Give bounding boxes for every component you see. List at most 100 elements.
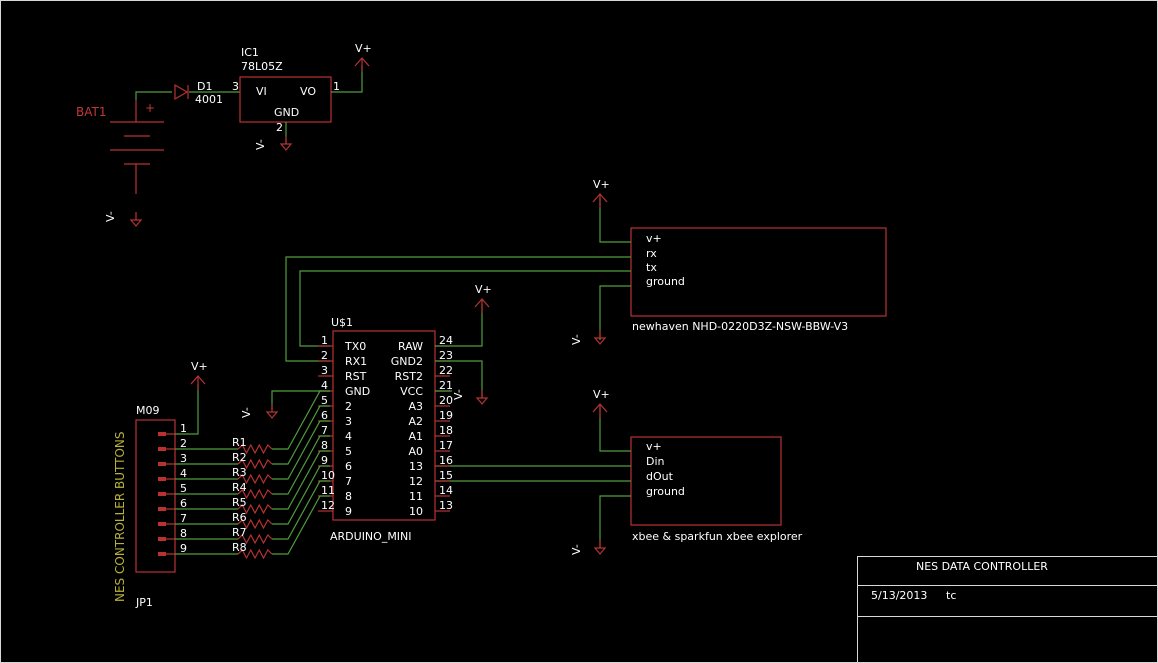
arduino-mini: U$1 ARDUINO_MINI 1 TX0 2 RX1 3 RST 4 GND 5 2 6 3 7 4 8… [318, 316, 453, 543]
arduino-right-pin-label: A1 [408, 430, 423, 443]
vminus-symbol [593, 547, 607, 555]
arduino-right-pin-number: 21 [439, 379, 453, 392]
reg-pin-out: 1 [333, 80, 340, 93]
connector-pin-contact [158, 447, 166, 451]
reg-name: IC1 [241, 46, 259, 59]
arduino-right-pin-label: 13 [409, 460, 423, 473]
diode-name: D1 [197, 80, 212, 93]
wire-display-vplus [599, 198, 631, 243]
display-pin-tx: tx [646, 261, 657, 274]
xbee-pin-ground: ground [646, 485, 685, 498]
arduino-right-pin-label: 12 [409, 475, 423, 488]
resistor-label: R7 [232, 526, 247, 539]
arduino-right-pin-label: GND2 [391, 355, 423, 368]
arduino-left-pin-label: 5 [345, 445, 352, 458]
arduino-left-pin-number: 8 [321, 439, 328, 452]
display-module: v+ rx tx ground newhaven NHD-0220D3Z-NSW… [630, 227, 887, 333]
arduino-left-pin-label: 4 [345, 430, 352, 443]
arduino-left-pin-number: 2 [321, 349, 328, 362]
wire-xbee-gnd [599, 495, 631, 548]
resistor-label: R8 [232, 541, 247, 554]
connector-pin-number: 1 [180, 422, 187, 435]
connector-pin-contact [158, 507, 166, 511]
arduino-right-pin-label: 11 [409, 490, 423, 503]
display-pin-ground: ground [646, 275, 685, 288]
arduino-left-pin-label: TX0 [344, 340, 366, 353]
arduino-right-pin-number: 17 [439, 439, 453, 452]
arduino-left-pin-number: 9 [321, 454, 328, 467]
arduino-left-pin-number: 6 [321, 409, 328, 422]
arduino-right-pin-number: 20 [439, 394, 453, 407]
arduino-right-pin-label: RAW [398, 340, 423, 353]
resistor-label: R6 [232, 511, 247, 524]
title-text: NES DATA CONTROLLER [916, 560, 1048, 573]
xbee-pin-vplus: v+ [646, 440, 662, 453]
vminus-symbol [475, 397, 489, 405]
vminus-label: V- [570, 544, 583, 555]
connector-pin-number: 6 [180, 497, 187, 510]
arduino-left-pin-number: 4 [321, 379, 328, 392]
arduino-left-pin-label: 8 [345, 490, 352, 503]
diode-d1: D1 4001 [174, 80, 223, 106]
connector-pin-contact [158, 522, 166, 526]
arduino-left-pin-number: 1 [321, 334, 328, 347]
xbee-pin-din: Din [646, 455, 665, 468]
vplus-label: V+ [593, 178, 610, 191]
arduino-left-pin-label: 7 [345, 475, 352, 488]
arduino-left-pin-label: 6 [345, 460, 352, 473]
vminus-symbol [129, 219, 143, 227]
resistor-label: R5 [232, 496, 247, 509]
arduino-left-pin-number: 11 [321, 484, 335, 497]
reg-gnd-label: GND [274, 106, 299, 119]
arduino-left-pin-number: 7 [321, 424, 328, 437]
wire-xbee-vplus [599, 406, 631, 452]
arduino-left-pin-number: 3 [321, 364, 328, 377]
arduino-right-pin-number: 22 [439, 364, 453, 377]
display-pin-vplus: v+ [646, 232, 662, 245]
arduino-right-pin-number: 23 [439, 349, 453, 362]
reg-value: 78L05Z [241, 60, 283, 73]
connector-label: NES CONTROLLER BUTTONS [113, 431, 127, 602]
xbee-module: v+ Din dOut ground xbee & sparkfun xbee … [630, 436, 803, 543]
vminus-label: V- [254, 139, 267, 150]
arduino-left-pin-label: RST [345, 370, 367, 383]
battery-plus: + [145, 101, 155, 115]
resistor-label: R4 [232, 481, 247, 494]
xbee-caption: xbee & sparkfun xbee explorer [632, 530, 803, 543]
connector-pin-number: 5 [180, 482, 187, 495]
resistor-label: R1 [232, 436, 247, 449]
connector-pin-number: 2 [180, 437, 187, 450]
connector-pin-number: 7 [180, 512, 187, 525]
regulator-ic1: VI VO GND IC1 78L05Z 3 1 2 [232, 46, 340, 134]
vplus-label: V+ [475, 283, 492, 296]
reg-vo-label: VO [300, 85, 316, 98]
wire-display-gnd [599, 285, 631, 340]
arduino-right-pin-label: A2 [408, 415, 423, 428]
arduino-left-pin-label: GND [345, 385, 370, 398]
vminus-label: V- [104, 211, 117, 222]
connector-pin-contact [158, 492, 166, 496]
battery-name: BAT1 [76, 105, 106, 119]
arduino-left-pin-number: 10 [321, 469, 335, 482]
connector-name: JP1 [135, 596, 153, 609]
arduino-left-pin-label: 2 [345, 400, 352, 413]
vminus-label: V- [452, 389, 465, 400]
vminus-label: V- [240, 407, 253, 418]
vplus-label: V+ [191, 360, 208, 373]
date-text: 5/13/2013 [871, 589, 927, 602]
arduino-right-pin-number: 14 [439, 484, 453, 497]
connector-pin-number: 9 [180, 542, 187, 555]
connector-jp1: M09 JP1 NES CONTROLLER BUTTONS 1 2 3 4 5 6 7 8 9 [113, 404, 187, 609]
connector-pin-number: 8 [180, 527, 187, 540]
reg-pin-gnd: 2 [276, 121, 283, 134]
vminus-symbol [279, 143, 293, 151]
wire-bat-diode [135, 91, 172, 100]
schematic: NES DATA CONTROLLER 5/13/2013 tc + BAT1 … [0, 0, 1158, 663]
connector-pin-contact [158, 552, 166, 556]
arduino-right-pin-number: 24 [439, 334, 453, 347]
arduino-right-pin-label: A3 [408, 400, 423, 413]
arduino-right-pin-number: 19 [439, 409, 453, 422]
arduino-left-pin-label: 3 [345, 415, 352, 428]
connector-pin-number: 3 [180, 452, 187, 465]
connector-pin-contact [158, 537, 166, 541]
